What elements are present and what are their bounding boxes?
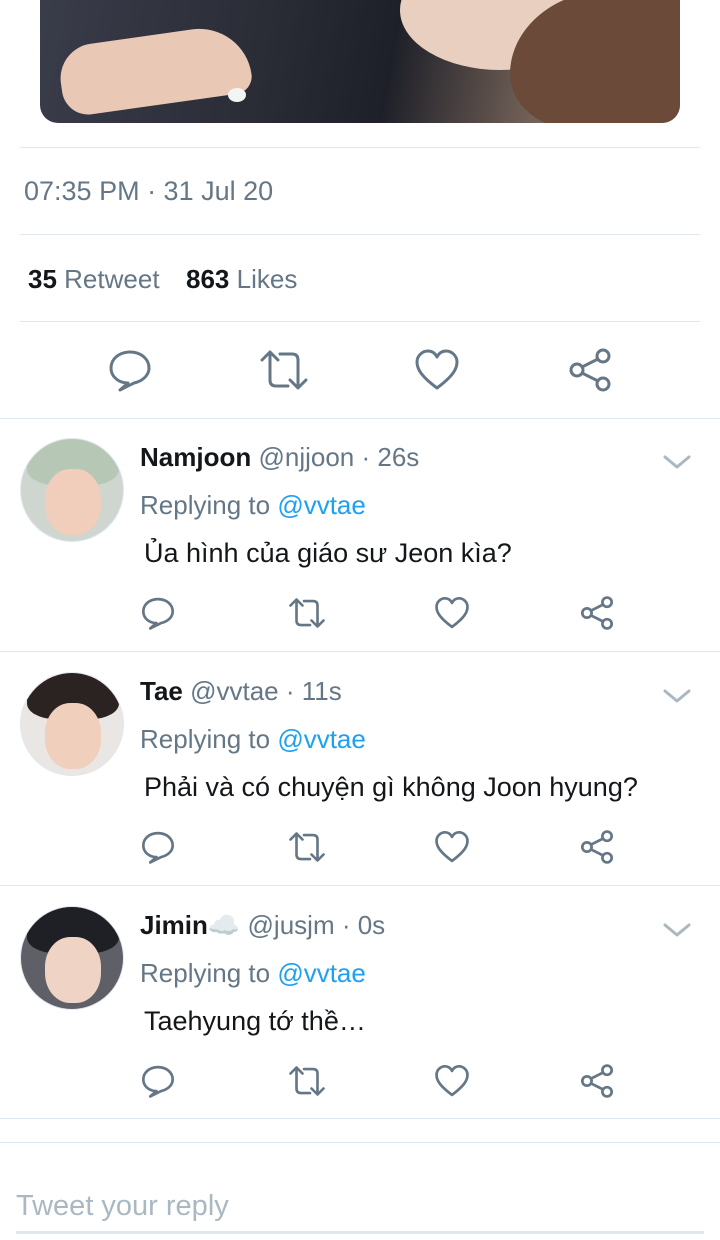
chevron-down-icon[interactable] [662,452,692,472]
reply-header: Jimin☁️ @jusjm · 0s [140,910,385,941]
tweet-action-bar [0,348,720,394]
reply-author-handle: @jusjm · 0s [247,910,386,940]
tweet-stats: 35 Retweet 863 Likes [28,264,297,295]
photo-hair [510,0,680,123]
reply-icon[interactable] [141,830,175,864]
reply-author-name[interactable]: Namjoon [140,442,251,472]
retweet-icon[interactable] [289,830,325,864]
replying-to-label: Replying to [140,724,278,754]
reply-tweet[interactable]: Namjoon @njjoon · 26s Replying to @vvtae… [0,418,720,652]
replying-to-label: Replying to [140,490,278,520]
divider [20,147,700,148]
replying-to: Replying to @vvtae [140,958,366,989]
replying-to: Replying to @vvtae [140,490,366,521]
retweet-icon[interactable] [260,348,308,392]
like-icon[interactable] [435,830,469,864]
reply-action-bar [0,1064,720,1100]
tweet-reply-input[interactable] [16,1182,704,1234]
divider [0,1118,720,1119]
retweet-label[interactable]: Retweet [64,264,159,294]
reply-header: Namjoon @njjoon · 26s [140,442,419,473]
replying-to-mention[interactable]: @vvtae [277,724,366,754]
reply-header: Tae @vvtae · 11s [140,676,342,707]
replying-to-mention[interactable]: @vvtae [277,958,366,988]
reply-tweet[interactable]: Jimin☁️ @jusjm · 0s Replying to @vvtae T… [0,886,720,1120]
replying-to-mention[interactable]: @vvtae [277,490,366,520]
avatar[interactable] [20,906,124,1010]
chevron-down-icon[interactable] [662,686,692,706]
reply-text: Ủa hình của giáo sư Jeon kìa? [144,538,512,568]
reply-author-name[interactable]: Jimin [140,910,208,940]
reply-icon[interactable] [141,1064,175,1098]
reply-action-bar [0,830,720,866]
likes-count[interactable]: 863 [186,264,229,294]
share-icon[interactable] [580,596,614,630]
divider [20,321,700,322]
like-icon[interactable] [415,348,459,392]
retweet-count[interactable]: 35 [28,264,57,294]
reply-text: Taehyung tớ thề… [144,1006,366,1036]
likes-label[interactable]: Likes [237,264,298,294]
replying-to-label: Replying to [140,958,278,988]
like-icon[interactable] [435,596,469,630]
avatar[interactable] [20,672,124,776]
tweet-media-image[interactable] [40,0,680,123]
reply-author-handle: @njjoon · 26s [258,442,420,472]
reply-icon[interactable] [108,348,152,392]
reply-composer [0,1142,720,1240]
reply-text: Phải và có chuyện gì không Joon hyung? [144,772,638,802]
reply-icon[interactable] [141,596,175,630]
reply-tweet[interactable]: Tae @vvtae · 11s Replying to @vvtae Phải… [0,652,720,886]
tweet-timestamp: 07:35 PM · 31 Jul 20 [24,176,274,206]
reply-author-name[interactable]: Tae [140,676,183,706]
chevron-down-icon[interactable] [662,920,692,940]
share-icon[interactable] [580,830,614,864]
retweet-icon[interactable] [289,1064,325,1098]
cloud-icon: ☁️ [207,910,241,940]
divider [20,234,700,235]
share-icon[interactable] [580,1064,614,1098]
photo-hand [56,22,254,118]
reply-action-bar [0,596,720,632]
reply-author-handle: @vvtae · 11s [190,676,342,706]
like-icon[interactable] [435,1064,469,1098]
photo-shirt-button [228,88,246,102]
avatar[interactable] [20,438,124,542]
retweet-icon[interactable] [289,596,325,630]
replying-to: Replying to @vvtae [140,724,366,755]
share-icon[interactable] [568,348,612,392]
